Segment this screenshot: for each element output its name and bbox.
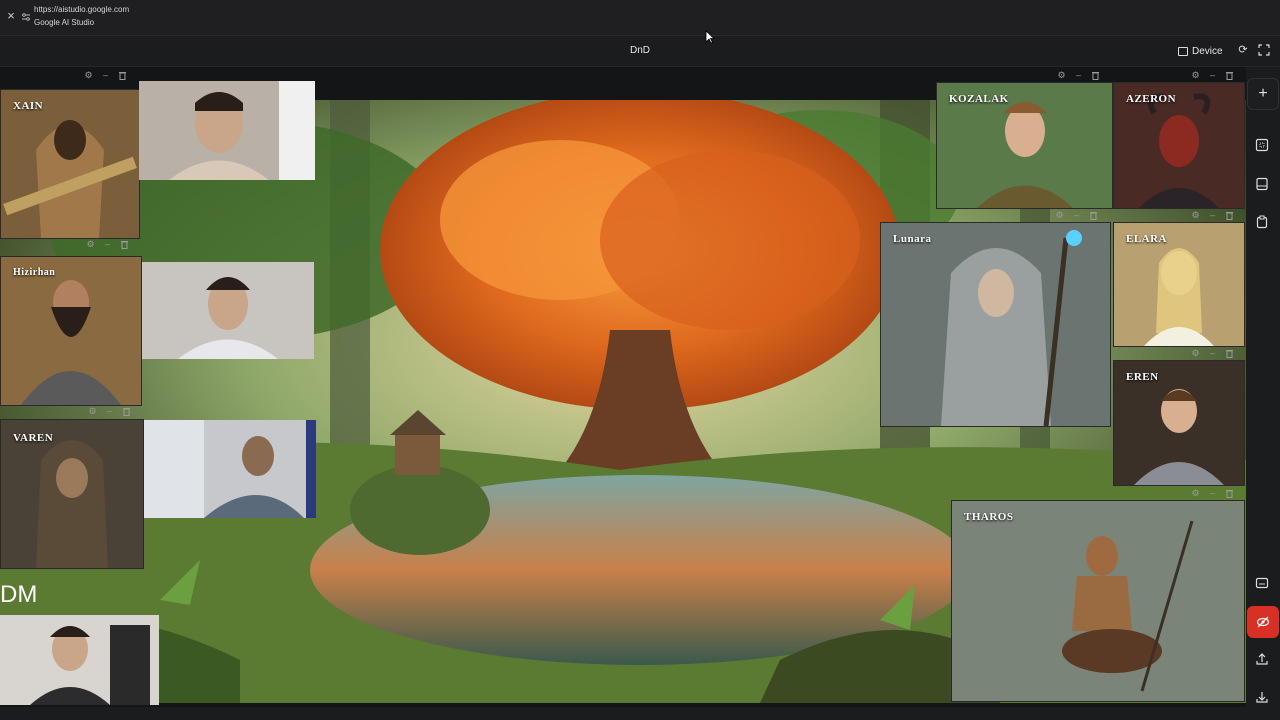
character-name: Hizirhan xyxy=(13,267,56,278)
tile-controls: ⚙ – xyxy=(86,238,129,250)
mouse-cursor-icon xyxy=(705,30,715,44)
tile-controls: ⚙ – xyxy=(1191,347,1234,359)
character-card-kozalak[interactable]: KOZALAK xyxy=(936,82,1113,209)
character-portrait xyxy=(1,90,139,238)
dm-label: DM xyxy=(0,581,38,608)
device-button[interactable]: Device xyxy=(1178,44,1223,58)
character-name: THAROS xyxy=(964,511,1014,523)
settings-icon[interactable]: ⚙ xyxy=(1191,70,1200,80)
game-canvas[interactable]: ⚙ – XAIN ⚙ – Hizirhan ⚙ – VAREN DM ⚙ – K… xyxy=(0,67,1246,707)
minimize-icon[interactable]: – xyxy=(1208,348,1217,358)
add-button[interactable]: + xyxy=(1247,78,1279,110)
minimize-icon[interactable]: – xyxy=(1074,70,1083,80)
delete-icon[interactable] xyxy=(1225,211,1234,220)
download-button[interactable] xyxy=(1247,682,1277,712)
video-feed-player-2 xyxy=(142,262,314,359)
delete-icon[interactable] xyxy=(1091,71,1100,80)
character-name: Lunara xyxy=(893,233,932,245)
character-name: VAREN xyxy=(13,432,54,444)
caption-button[interactable] xyxy=(1247,568,1277,598)
character-portrait xyxy=(952,501,1244,701)
character-name: KOZALAK xyxy=(949,93,1009,105)
delete-icon[interactable] xyxy=(1225,489,1234,498)
frame-button[interactable] xyxy=(1247,130,1277,160)
character-card-eren[interactable]: EREN xyxy=(1113,360,1245,486)
video-feed-player-1 xyxy=(139,81,315,180)
plus-icon: + xyxy=(1258,85,1268,102)
app-title: DnD xyxy=(629,45,650,56)
character-card-tharos[interactable]: THAROS xyxy=(951,500,1245,702)
panel-button[interactable] xyxy=(1247,169,1277,199)
clipboard-icon xyxy=(1256,215,1268,229)
tile-controls: ⚙ – xyxy=(1191,487,1234,499)
character-name: AZERON xyxy=(1126,93,1177,105)
character-card-azeron[interactable]: AZERON xyxy=(1113,82,1245,209)
settings-icon[interactable]: ⚙ xyxy=(1057,70,1066,80)
tile-controls: ⚙ – xyxy=(88,405,131,417)
settings-icon[interactable]: ⚙ xyxy=(1191,348,1200,358)
site-settings-icon[interactable] xyxy=(21,12,31,22)
fullscreen-icon[interactable] xyxy=(1258,44,1270,56)
character-name: XAIN xyxy=(13,100,44,112)
site-name: Google AI Studio xyxy=(34,18,95,27)
minimize-icon[interactable]: – xyxy=(101,70,110,80)
delete-icon[interactable] xyxy=(122,407,131,416)
delete-icon[interactable] xyxy=(118,71,127,80)
tile-controls: ⚙ – xyxy=(84,69,127,81)
video-feed-player-3 xyxy=(144,420,316,518)
hide-video-button[interactable] xyxy=(1247,606,1279,638)
minimize-icon[interactable]: – xyxy=(105,406,114,416)
upload-icon xyxy=(1256,653,1268,665)
character-portrait xyxy=(1,257,141,405)
minimize-icon[interactable]: – xyxy=(1072,210,1081,220)
minimize-icon[interactable]: – xyxy=(1208,488,1217,498)
eye-off-icon xyxy=(1256,616,1270,628)
device-label: Device xyxy=(1192,45,1223,57)
device-icon xyxy=(1178,46,1188,56)
character-name: ELARA xyxy=(1126,233,1168,245)
delete-icon[interactable] xyxy=(1089,211,1098,220)
character-name: EREN xyxy=(1126,371,1159,383)
character-portrait xyxy=(881,223,1110,426)
panel-icon xyxy=(1256,177,1268,191)
caption-icon xyxy=(1255,577,1269,589)
tile-controls: ⚙ – xyxy=(1055,209,1098,221)
minimize-icon[interactable]: – xyxy=(1208,210,1217,220)
bottom-bar xyxy=(0,707,1246,720)
tile-controls: ⚙ – xyxy=(1057,69,1100,81)
close-icon[interactable]: × xyxy=(5,9,17,22)
refresh-icon[interactable]: ⟳ xyxy=(1237,44,1249,56)
delete-icon[interactable] xyxy=(120,240,129,249)
character-card-varen[interactable]: VAREN xyxy=(0,419,144,569)
settings-icon[interactable]: ⚙ xyxy=(1191,210,1200,220)
character-card-elara[interactable]: ELARA xyxy=(1113,222,1245,347)
settings-icon[interactable]: ⚙ xyxy=(88,406,97,416)
video-feed-dm xyxy=(0,615,159,705)
delete-icon[interactable] xyxy=(1225,349,1234,358)
minimize-icon[interactable]: – xyxy=(1208,70,1217,80)
settings-icon[interactable]: ⚙ xyxy=(1055,210,1064,220)
character-card-lunara[interactable]: Lunara xyxy=(880,222,1111,427)
clipboard-button[interactable] xyxy=(1247,207,1277,237)
download-icon xyxy=(1256,692,1268,703)
settings-icon[interactable]: ⚙ xyxy=(86,239,95,249)
frame-icon xyxy=(1255,138,1269,152)
page-url: https://aistudio.google.com xyxy=(34,5,130,14)
browser-top-bar: × https://aistudio.google.com Google AI … xyxy=(0,0,1280,36)
character-card-hizirhan[interactable]: Hizirhan xyxy=(0,256,142,406)
character-card-xain[interactable]: XAIN xyxy=(0,89,140,239)
minimize-icon[interactable]: – xyxy=(103,239,112,249)
tile-controls: ⚙ – xyxy=(1191,209,1234,221)
settings-icon[interactable]: ⚙ xyxy=(84,70,93,80)
upload-button[interactable] xyxy=(1247,644,1277,674)
app-header: DnD Device ⟳ xyxy=(0,36,1280,67)
delete-icon[interactable] xyxy=(1225,71,1234,80)
tile-controls: ⚙ – xyxy=(1191,69,1234,81)
settings-icon[interactable]: ⚙ xyxy=(1191,488,1200,498)
